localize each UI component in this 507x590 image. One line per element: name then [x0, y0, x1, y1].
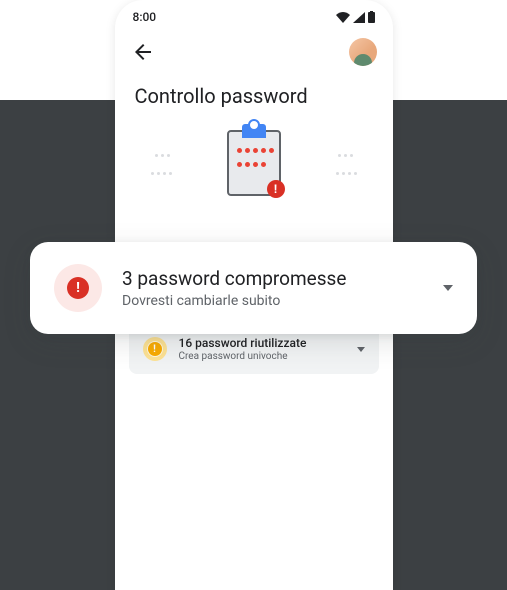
- back-button[interactable]: [131, 40, 155, 64]
- app-bar: [115, 28, 393, 76]
- compromised-passwords-card[interactable]: 3 password compromesse Dovresti cambiarl…: [30, 242, 477, 334]
- page-title: Controllo password: [115, 76, 393, 124]
- illustration: !: [115, 124, 393, 214]
- status-bar: 8:00: [115, 0, 393, 28]
- reused-title: 16 password riutilizzate: [179, 336, 345, 350]
- chevron-down-icon: [443, 285, 453, 291]
- battery-icon: [368, 11, 375, 23]
- warning-icon: [143, 337, 167, 361]
- chevron-down-icon: [357, 347, 365, 352]
- status-icons: [336, 11, 375, 23]
- signal-icon: [353, 12, 365, 23]
- reused-subtitle: Crea password univoche: [179, 351, 345, 362]
- clipboard-icon: !: [227, 130, 281, 196]
- compromised-subtitle: Dovresti cambiarle subito: [122, 293, 423, 309]
- status-time: 8:00: [133, 10, 157, 24]
- alert-icon: !: [267, 180, 285, 198]
- avatar[interactable]: [349, 38, 377, 66]
- danger-icon: [54, 264, 102, 312]
- wifi-icon: [336, 12, 350, 23]
- compromised-title: 3 password compromesse: [122, 267, 423, 290]
